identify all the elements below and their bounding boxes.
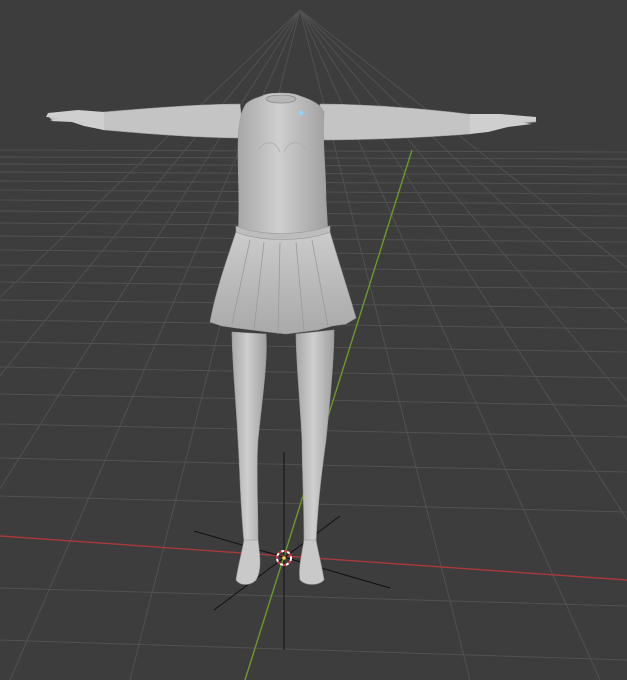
3d-viewport[interactable] bbox=[0, 0, 627, 680]
object-origin-point[interactable] bbox=[298, 110, 304, 116]
torso bbox=[237, 92, 329, 235]
skirt bbox=[209, 231, 357, 335]
neckline bbox=[265, 94, 297, 104]
